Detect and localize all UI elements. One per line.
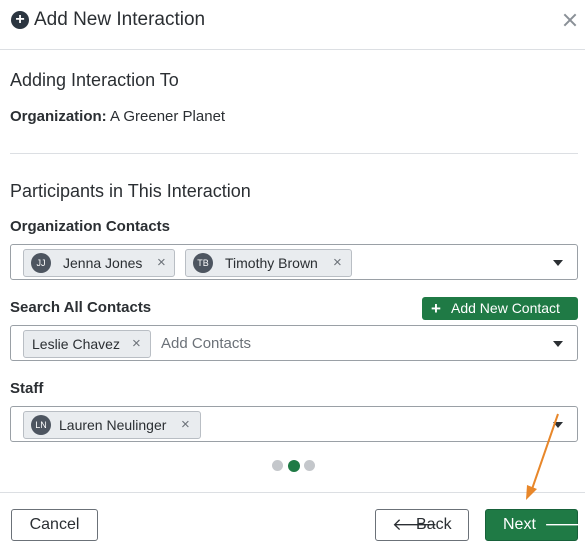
remove-chip-icon[interactable]: ×: [157, 250, 166, 276]
chevron-down-icon[interactable]: [553, 260, 563, 266]
contact-chip: Leslie Chavez ×: [23, 330, 151, 358]
cancel-button[interactable]: Cancel: [11, 509, 98, 541]
divider: [10, 153, 578, 154]
participants-heading: Participants in This Interaction: [10, 181, 251, 201]
organization-name: A Greener Planet: [110, 108, 226, 125]
step-dot: [272, 460, 283, 471]
arrow-right-icon: 🡒: [544, 515, 585, 534]
step-dot: [304, 460, 315, 471]
plus-icon: +: [431, 299, 441, 318]
chip-label: Jenna Jones: [63, 255, 143, 271]
chip-label: Lauren Neulinger: [59, 417, 167, 433]
contact-chip: JJ Jenna Jones ×: [23, 249, 175, 277]
avatar: TB: [193, 253, 213, 273]
chip-label: Timothy Brown: [225, 255, 318, 271]
chevron-down-icon[interactable]: [553, 341, 563, 347]
search-contacts-input[interactable]: Add Contacts: [161, 335, 251, 352]
close-icon[interactable]: [562, 12, 578, 28]
remove-chip-icon[interactable]: ×: [132, 331, 141, 357]
avatar: LN: [31, 415, 51, 435]
staff-select[interactable]: LN Lauren Neulinger ×: [10, 406, 578, 442]
staff-label: Staff: [10, 380, 44, 397]
staff-chip: LN Lauren Neulinger ×: [23, 411, 201, 439]
next-button[interactable]: Next 🡒: [485, 509, 585, 541]
back-button[interactable]: 🡐 Back: [375, 509, 469, 541]
org-contacts-select[interactable]: JJ Jenna Jones × TB Timothy Brown ×: [10, 244, 578, 280]
next-label: Next: [503, 516, 536, 533]
remove-chip-icon[interactable]: ×: [181, 412, 190, 438]
organization-label: Organization:: [10, 108, 107, 125]
contact-chip: TB Timothy Brown ×: [185, 249, 352, 277]
dialog-title: Add New Interaction: [34, 9, 206, 30]
step-dot-active: [288, 460, 300, 472]
remove-chip-icon[interactable]: ×: [333, 250, 342, 276]
plus-circle-icon: +: [11, 11, 29, 29]
org-contacts-label: Organization Contacts: [10, 218, 171, 235]
add-new-contact-button[interactable]: + Add New Contact: [422, 297, 578, 320]
avatar: JJ: [31, 253, 51, 273]
search-contacts-label: Search All Contacts: [10, 299, 152, 316]
back-label: Back: [416, 516, 452, 533]
step-indicator: [272, 460, 316, 472]
add-new-contact-label: Add New Contact: [451, 300, 560, 316]
chip-label: Leslie Chavez: [32, 336, 120, 352]
organization-line: Organization: A Greener Planet: [10, 108, 225, 125]
search-contacts-select[interactable]: Leslie Chavez × Add Contacts: [10, 325, 578, 361]
dialog-header: + Add New Interaction: [0, 0, 585, 50]
chevron-down-icon[interactable]: [553, 422, 563, 428]
adding-to-heading: Adding Interaction To: [10, 70, 179, 90]
